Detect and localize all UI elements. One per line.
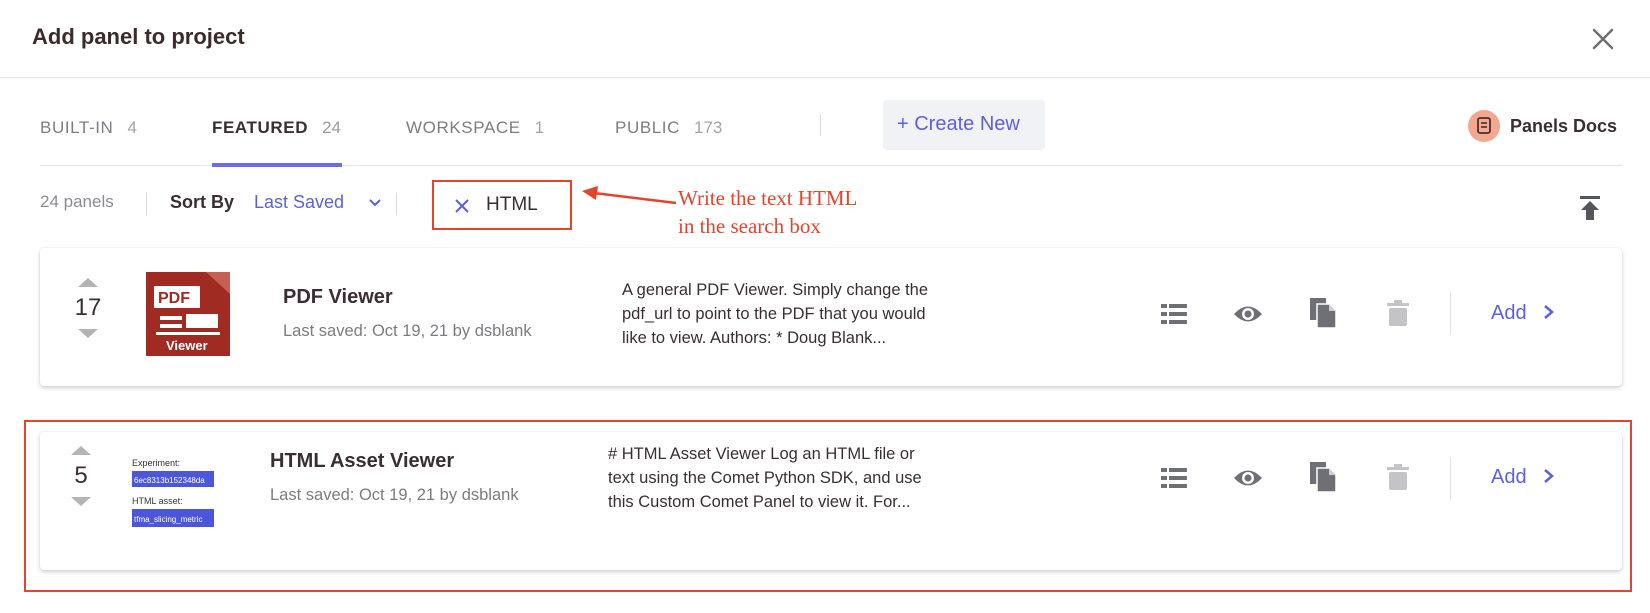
html-asset-viewer-thumbnail: Experiment: 6ec8313b152348da HTML asset:… [130,456,216,536]
tab-count: 1 [534,118,545,137]
action-divider [1450,457,1451,499]
clear-search-icon[interactable] [454,198,470,214]
thumb-asset-label: HTML asset: [132,496,183,506]
panel-name[interactable]: PDF Viewer [283,286,393,309]
tab-label: WORKSPACE [406,118,521,137]
thumb-asset-value: tfma_slicing_metric [134,515,202,524]
panel-card-pdf-viewer: 17 PDF Viewer PDF Viewer Last saved: Oct… [40,248,1622,386]
chevron-right-icon [1544,469,1555,483]
thumb-exp-label: Experiment: [132,458,180,468]
panel-description: # HTML Asset Viewer Log an HTML file or … [608,442,948,514]
tab-workspace[interactable]: WORKSPACE 1 [406,98,544,166]
vote-count: 5 [74,462,88,489]
description-line: like to view. Authors: * Doug Blank... [622,329,887,347]
annotation-line: Write the text HTML [678,186,858,210]
annotation-line: in the search box [678,214,821,238]
tab-count: 24 [322,118,342,137]
add-label: Add [1491,302,1527,324]
scroll-to-top-icon[interactable] [1578,195,1602,221]
add-panel-button[interactable]: Add [1491,302,1556,325]
search-input[interactable]: HTML [432,180,572,230]
panel-description: A general PDF Viewer. Simply change the … [622,278,962,350]
tab-label: FEATURED [212,118,309,137]
thumb-pdf-text: PDF [158,290,190,307]
chevron-down-icon[interactable] [368,196,382,210]
upvote-icon[interactable] [71,446,91,455]
pdf-viewer-thumbnail: PDF Viewer [146,272,230,356]
search-value: HTML [486,194,538,215]
action-divider [1450,293,1451,335]
panels-docs-link[interactable]: Panels Docs [1468,110,1628,144]
downvote-icon[interactable] [71,497,91,506]
add-panel-button[interactable]: Add [1491,466,1556,489]
downvote-icon[interactable] [78,329,98,338]
tab-built-in[interactable]: BUILT-IN 4 [40,98,137,166]
vote-count: 17 [74,294,102,321]
docs-label: Panels Docs [1510,116,1618,136]
tab-count: 4 [127,118,137,137]
tab-divider [820,114,821,136]
preview-eye-icon[interactable] [1233,303,1263,325]
annotation-arrow-icon [582,186,677,205]
description-line: this Custom Comet Panel to view it. For.… [608,493,911,511]
vote-control: 17 [68,278,108,338]
panel-card-html-asset-viewer: 5 Experiment: 6ec8313b152348da HTML asse… [40,432,1622,570]
panel-saved: Last saved: Oct 19, 21 by dsblank [270,486,519,504]
tab-count: 173 [694,118,723,137]
sort-by-dropdown[interactable]: Last Saved [254,192,344,213]
table-view-icon[interactable] [1161,468,1187,488]
description-line: text using the Comet Python SDK, and use [608,469,922,487]
tab-label: BUILT-IN [40,118,114,137]
panel-name[interactable]: HTML Asset Viewer [270,450,454,473]
delete-icon[interactable] [1387,300,1409,326]
preview-eye-icon[interactable] [1233,467,1263,489]
table-view-icon[interactable] [1161,304,1187,324]
dialog-title: Add panel to project [32,24,245,49]
description-line: # HTML Asset Viewer Log an HTML file or [608,445,915,463]
docs-icon [1468,110,1500,142]
thumb-exp-value: 6ec8313b152348da [134,476,205,485]
tab-featured[interactable]: FEATURED 24 [212,98,342,167]
copy-icon[interactable] [1310,462,1336,492]
tab-label: PUBLIC [615,118,681,137]
upvote-icon[interactable] [78,278,98,287]
description-line: A general PDF Viewer. Simply change the [622,281,929,299]
add-label: Add [1491,466,1527,488]
panel-count: 24 panels [40,192,114,211]
panel-saved: Last saved: Oct 19, 21 by dsblank [283,322,532,340]
description-line: pdf_url to point to the PDF that you wou… [622,305,926,323]
toolbar-divider [146,193,147,215]
vote-control: 5 [61,446,101,506]
sort-by-label: Sort By [170,192,235,212]
tab-bar: BUILT-IN 4 FEATURED 24 WORKSPACE 1 PUBLIC 17… [40,98,1622,167]
close-icon[interactable] [1588,24,1618,54]
copy-icon[interactable] [1310,298,1336,328]
delete-icon[interactable] [1387,464,1409,490]
thumb-viewer-text: Viewer [166,338,208,353]
chevron-right-icon [1544,305,1555,319]
tab-public[interactable]: PUBLIC 173 [615,98,722,166]
create-new-button[interactable]: + Create New [883,100,1045,150]
annotation-note: Write the text HTML in the search box [678,184,857,240]
dialog-header: Add panel to project [0,0,1650,78]
toolbar-divider [396,193,397,215]
